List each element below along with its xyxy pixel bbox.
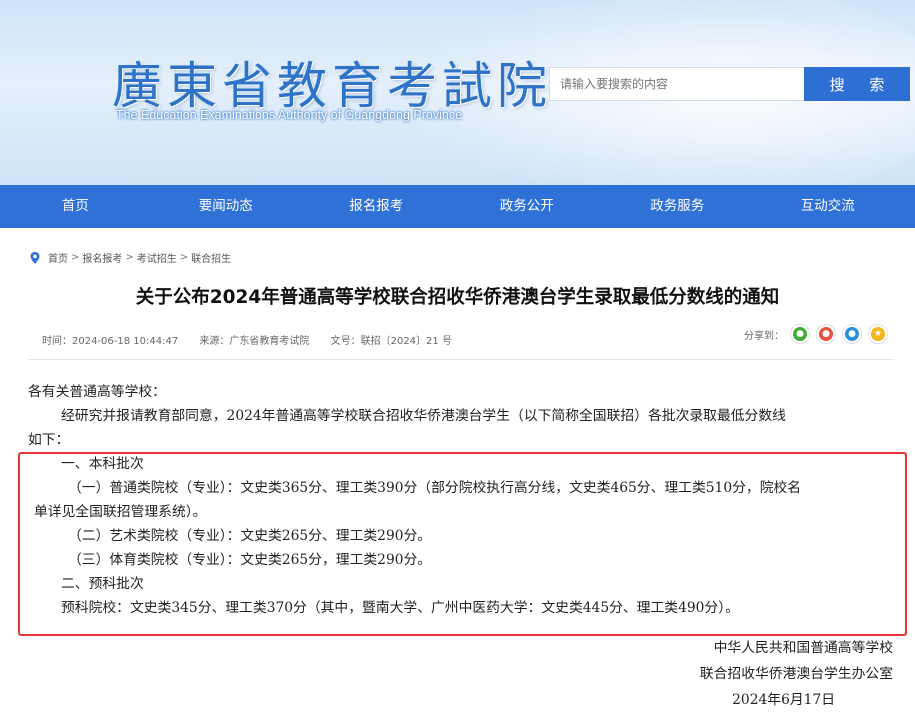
- wechat-icon[interactable]: ●: [790, 324, 810, 344]
- qzone-icon[interactable]: ★: [868, 324, 888, 344]
- search-button[interactable]: 搜 索: [804, 67, 910, 101]
- meta-divider: [28, 359, 893, 360]
- qq-icon[interactable]: ●: [842, 324, 862, 344]
- nav-item-home[interactable]: 首页: [0, 185, 151, 228]
- nav-item-government-affairs[interactable]: 政务公开: [452, 185, 603, 228]
- signature-org-line1: 中华人民共和国普通高等学校: [713, 640, 893, 656]
- article-meta: 时间：2024-06-18 10:44:47 来源：广东省教育考试院 文号：联招…: [42, 332, 470, 347]
- article-title: 关于公布2024年普通高等学校联合招收华侨港澳台学生录取最低分数线的通知: [135, 287, 780, 308]
- site-logo-english: The Education Examinations Authority of …: [116, 108, 463, 122]
- breadcrumb-separator: >: [179, 252, 189, 263]
- publish-time: 时间：2024-06-18 10:44:47: [42, 336, 179, 347]
- breadcrumb-registration[interactable]: 报名报考: [82, 250, 122, 265]
- nav-item-interaction[interactable]: 互动交流: [753, 185, 904, 228]
- share-label: 分享到：: [744, 330, 784, 342]
- nav-item-government-services[interactable]: 政务服务: [602, 185, 753, 228]
- breadcrumb-joint-admission[interactable]: 联合招生: [191, 250, 231, 265]
- nav-item-registration[interactable]: 报名报考: [301, 185, 452, 228]
- intro-line-continued: 如下：: [28, 432, 70, 448]
- breadcrumb-separator: >: [71, 252, 80, 263]
- share-bar: 分享到： ● ● ● ★: [744, 324, 888, 344]
- breadcrumb-separator: >: [125, 252, 134, 263]
- signature-date: 2024年6月17日: [732, 692, 835, 708]
- document-number: 文号：联招〔2024〕21 号: [330, 336, 452, 347]
- intro-line: 经研究并报请教育部同意，2024年普通高等学校联合招收华侨港澳台学生（以下简称全…: [61, 408, 786, 424]
- breadcrumb-exam-admission[interactable]: 考试招生: [137, 250, 177, 265]
- site-logo[interactable]: 廣東省教育考試院: [112, 46, 552, 115]
- highlight-box: [18, 452, 907, 636]
- breadcrumb-home[interactable]: 首页: [48, 250, 68, 265]
- breadcrumb: 首页 > 报名报考 > 考试招生 > 联合招生: [28, 250, 231, 265]
- search-input[interactable]: [549, 67, 804, 101]
- main-nav: 首页 要闻动态 报名报考 政务公开 政务服务 互动交流: [0, 185, 915, 228]
- location-pin-icon: [30, 251, 40, 264]
- site-header: 廣東省教育考試院 The Education Examinations Auth…: [0, 0, 915, 185]
- greeting: 各有关普通高等学校：: [28, 384, 166, 400]
- signature-org-line2: 联合招收华侨港澳台学生办公室: [699, 666, 893, 682]
- weibo-icon[interactable]: ●: [816, 324, 836, 344]
- article-source: 来源：广东省教育考试院: [199, 336, 310, 347]
- nav-item-news[interactable]: 要闻动态: [151, 185, 302, 228]
